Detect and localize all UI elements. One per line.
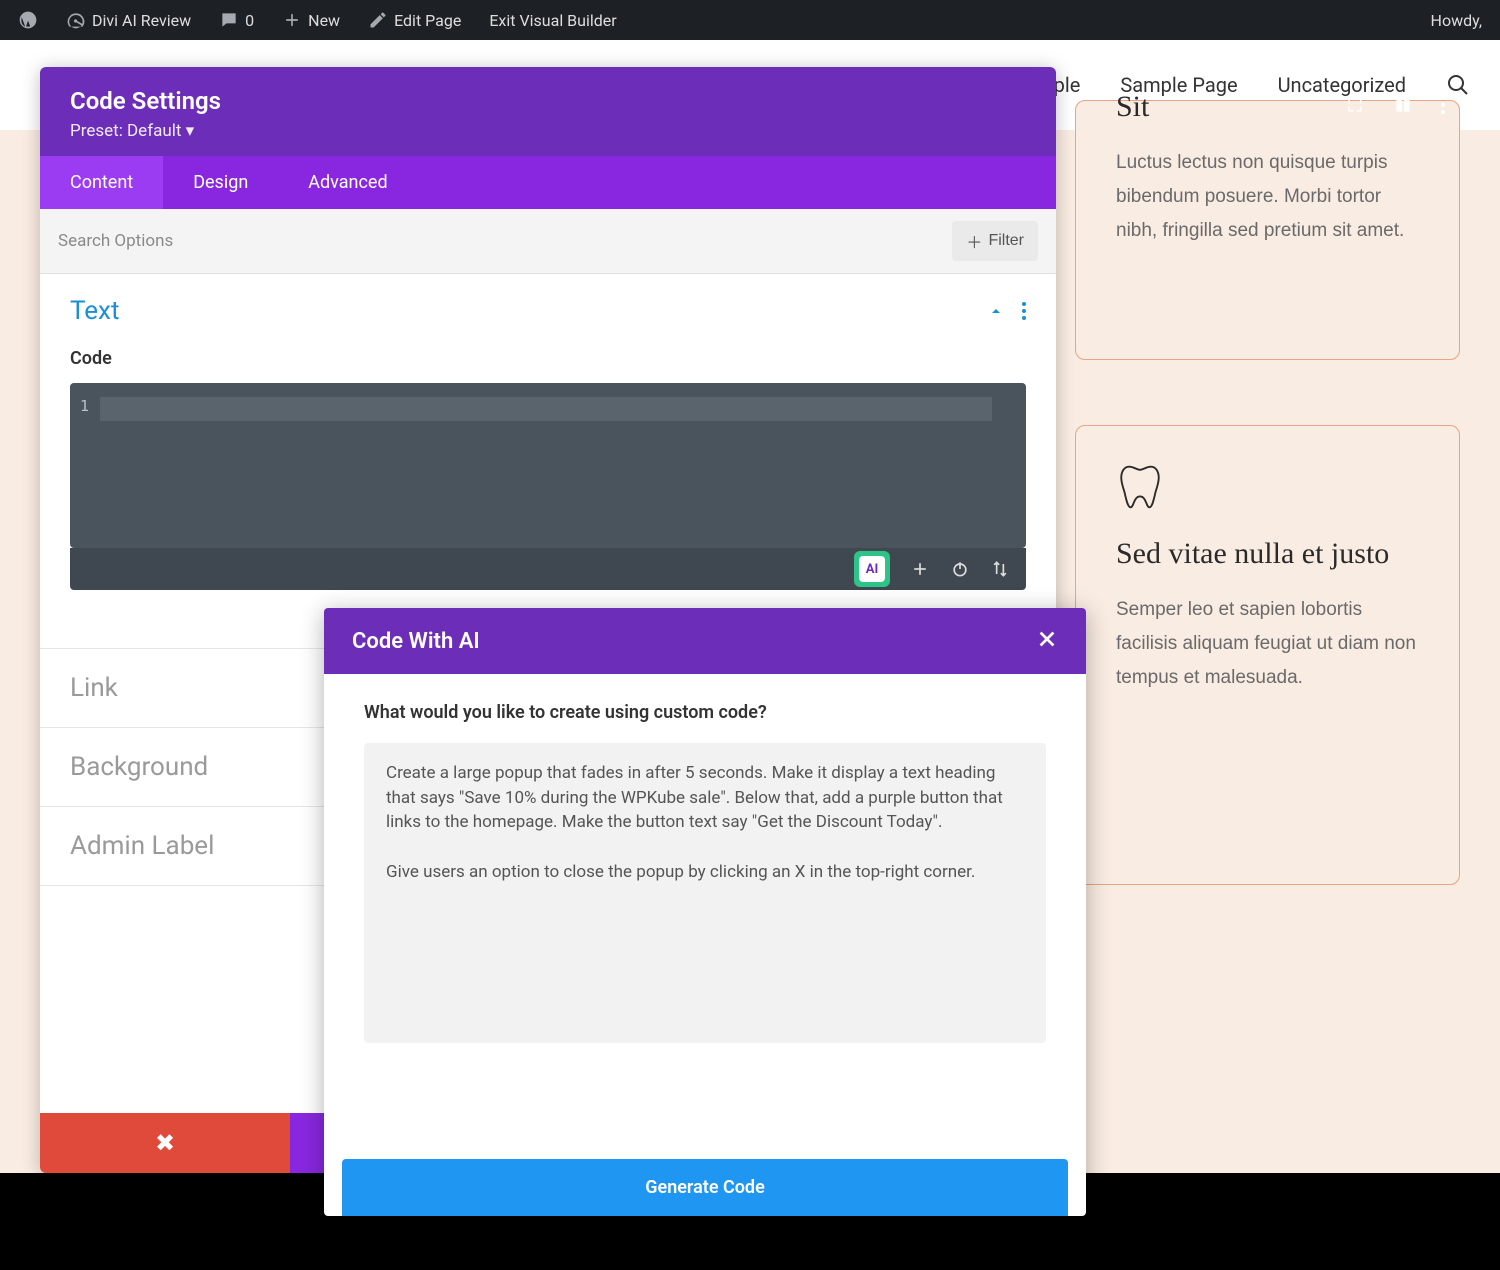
generate-code-button[interactable]: Generate Code [342,1159,1068,1216]
section-menu-icon[interactable] [1022,302,1026,320]
chevron-down-icon: ▾ [186,121,195,141]
section-title: Text [70,296,119,326]
modal-header-actions [1345,95,1445,115]
code-with-ai-modal: Code With AI What would you like to crea… [324,608,1086,1216]
plus-icon[interactable] [910,559,930,579]
comments-link[interactable]: 0 [209,0,264,40]
gauge-icon [66,10,86,30]
wp-logo[interactable] [8,0,48,40]
ai-modal-title: Code With AI [352,629,480,654]
comment-icon [219,10,239,30]
feature-card-2: Sed vitae nulla et justo Semper leo et s… [1075,425,1460,885]
search-options-input[interactable]: Search Options [58,231,173,251]
cancel-button[interactable]: ✖ [40,1113,290,1173]
exit-vb-link[interactable]: Exit Visual Builder [479,0,626,40]
ai-prompt-textarea[interactable] [364,743,1046,1043]
site-title: Divi AI Review [92,11,191,30]
exit-label: Exit Visual Builder [489,11,616,30]
chevron-up-icon[interactable] [988,303,1004,319]
columns-icon[interactable] [1393,95,1413,115]
close-icon: ✖ [155,1129,175,1157]
howdy-label: Howdy, [1431,11,1482,30]
feature-card-1: Sit Luctus lectus non quisque turpis bib… [1075,100,1460,360]
dashboard-link[interactable]: Divi AI Review [56,0,201,40]
code-editor[interactable]: 1 [70,383,1026,548]
code-label: Code [70,348,1026,369]
options-bar: Search Options ＋ Filter [40,209,1056,274]
modal-tabs: Content Design Advanced [40,156,1056,209]
edit-page-link[interactable]: Edit Page [358,0,471,40]
ai-prompt-label: What would you like to create using cust… [364,702,1046,723]
comment-count: 0 [245,11,254,30]
pencil-icon [368,10,388,30]
nav-item-partial[interactable]: ple [1054,73,1081,97]
howdy-user[interactable]: Howdy, [1421,0,1492,40]
tab-advanced[interactable]: Advanced [278,156,417,209]
new-link[interactable]: New [272,0,350,40]
power-icon[interactable] [950,559,970,579]
expand-icon[interactable] [1345,95,1365,115]
ai-modal-body: What would you like to create using cust… [324,674,1086,1159]
plus-icon: ＋ [966,229,982,253]
tooth-icon [1116,462,1164,512]
ai-modal-header: Code With AI [324,608,1086,674]
search-icon[interactable] [1446,73,1470,97]
line-number: 1 [80,397,89,415]
ai-button[interactable]: AI [854,551,890,587]
edit-label: Edit Page [394,11,461,30]
tab-content[interactable]: Content [40,156,163,209]
close-icon [1036,628,1058,650]
ai-icon: AI [859,556,885,582]
close-button[interactable] [1036,628,1058,654]
wordpress-icon [18,10,38,30]
plus-icon [282,10,302,30]
filter-button[interactable]: ＋ Filter [952,221,1038,261]
new-label: New [308,11,340,30]
card1-body: Luctus lectus non quisque turpis bibendu… [1116,146,1419,249]
sort-icon[interactable] [990,559,1010,579]
wp-admin-bar: Divi AI Review 0 New Edit Page Exit Visu… [0,0,1500,40]
modal-header: Code Settings Preset: Default ▾ [40,67,1056,156]
kebab-menu-icon[interactable] [1441,96,1445,114]
tab-design[interactable]: Design [163,156,278,209]
code-toolbar: AI [70,548,1026,590]
preset-selector[interactable]: Preset: Default ▾ [70,121,1026,141]
active-line-highlight [100,397,992,421]
card2-title: Sed vitae nulla et justo [1116,534,1419,573]
modal-title: Code Settings [70,87,1026,115]
text-section: Text Code 1 AI [40,274,1056,612]
card2-body: Semper leo et sapien lobortis facilisis … [1116,593,1419,696]
